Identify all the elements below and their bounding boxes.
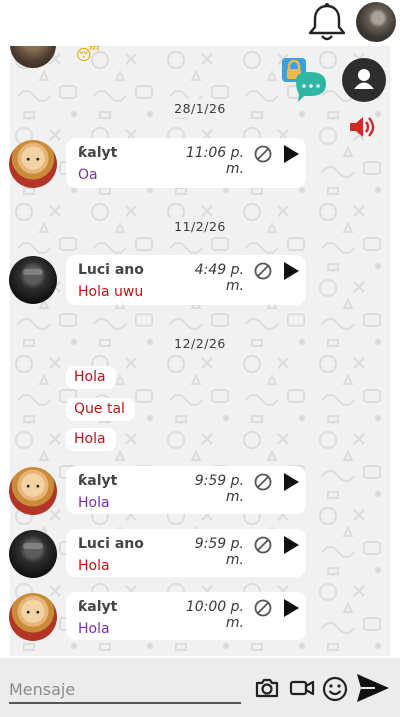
- message-bubble[interactable]: ƙalyt 11:06 p. m. Oa: [66, 138, 306, 188]
- message-sender: Luci ano: [78, 262, 144, 278]
- speaker-icon[interactable]: [348, 114, 376, 140]
- play-icon[interactable]: [282, 144, 300, 164]
- sleeping-emoji: 😴: [76, 46, 101, 64]
- avatar[interactable]: [9, 256, 57, 304]
- lock-chat-icon[interactable]: [280, 56, 328, 104]
- message-text: Oa: [78, 167, 98, 183]
- message-text[interactable]: Que tal: [66, 398, 135, 421]
- play-icon[interactable]: [282, 261, 300, 281]
- profile-button[interactable]: [342, 58, 386, 102]
- bell-icon[interactable]: [305, 2, 349, 42]
- avatar[interactable]: [9, 530, 57, 578]
- message-text: Hola: [78, 495, 110, 511]
- header-avatar[interactable]: [356, 2, 396, 42]
- block-icon[interactable]: [254, 536, 272, 554]
- play-icon[interactable]: [282, 472, 300, 492]
- play-icon[interactable]: [282, 535, 300, 555]
- message-bubble[interactable]: Luci ano 4:49 p. m. Hola uwu: [66, 255, 306, 305]
- send-icon[interactable]: [355, 672, 391, 704]
- message-text: Hola: [78, 621, 110, 637]
- message-composer: [0, 658, 400, 717]
- message-sender: ƙalyt: [78, 473, 118, 489]
- date-separator: 28/1/26: [0, 99, 400, 118]
- avatar[interactable]: [9, 467, 57, 515]
- date-separator: 12/2/26: [0, 334, 400, 353]
- avatar[interactable]: [9, 593, 57, 641]
- play-icon[interactable]: [282, 598, 300, 618]
- message-sender: ƙalyt: [78, 599, 118, 615]
- message-bubble[interactable]: ƙalyt 9:59 p. m. Hola: [66, 466, 306, 514]
- emoji-icon[interactable]: [322, 676, 348, 702]
- message-sender: Luci ano: [78, 536, 144, 552]
- message-text: Hola uwu: [78, 284, 144, 300]
- message-text[interactable]: Hola: [66, 366, 116, 389]
- video-icon[interactable]: [289, 676, 315, 700]
- avatar[interactable]: [9, 140, 57, 188]
- block-icon[interactable]: [254, 145, 272, 163]
- message-time: 4:49 p. m.: [194, 262, 244, 294]
- block-icon[interactable]: [254, 599, 272, 617]
- message-time: 9:59 p. m.: [194, 536, 244, 568]
- date-separator: 11/2/26: [0, 217, 400, 236]
- message-bubble[interactable]: Luci ano 9:59 p. m. Hola: [66, 529, 306, 577]
- block-icon[interactable]: [254, 473, 272, 491]
- message-text: Hola: [78, 558, 110, 574]
- message-bubble[interactable]: ƙalyt 10:00 p. m. Hola: [66, 592, 306, 640]
- message-time: 9:59 p. m.: [194, 473, 244, 505]
- partial-avatar: [10, 46, 56, 68]
- message-time: 11:06 p. m.: [185, 145, 244, 177]
- message-text[interactable]: Hola: [66, 428, 116, 451]
- message-time: 10:00 p. m.: [185, 599, 244, 631]
- block-icon[interactable]: [254, 262, 272, 280]
- message-input[interactable]: [9, 676, 241, 704]
- camera-icon[interactable]: [254, 676, 280, 700]
- top-bar: [0, 0, 400, 46]
- message-sender: ƙalyt: [78, 145, 118, 161]
- user-icon: [354, 69, 374, 89]
